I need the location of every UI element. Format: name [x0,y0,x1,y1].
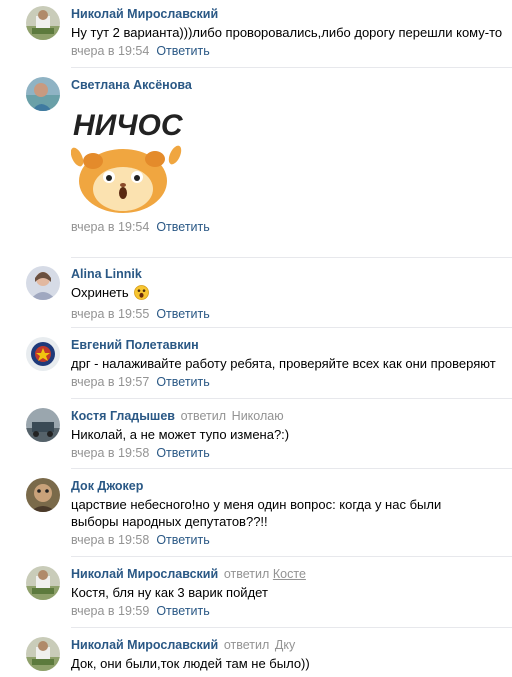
comment-text-line: Охринеть [71,284,512,304]
comment-divider [71,627,512,628]
comment-author[interactable]: Костя Гладышев [71,409,175,423]
reply-button[interactable]: Ответить [156,446,209,460]
avatar[interactable] [26,637,60,671]
comment-text: царствие небесного!но у меня один вопрос… [71,497,442,529]
replied-label: ответил [223,638,270,652]
comment-divider [71,398,512,399]
person-photo-avatar-icon [26,408,60,442]
reply-button[interactable]: Ответить [156,604,209,618]
emblem-avatar-icon [26,337,60,371]
comment-author[interactable]: Николай Мирославский [71,638,218,652]
sticker-caption: НИЧОСИ [73,109,183,142]
reply-button[interactable]: Ответить [156,220,209,234]
comment-divider [71,468,512,469]
person-photo-avatar-icon [26,77,60,111]
comment-divider [71,257,512,258]
comment-timestamp[interactable]: вчера в 19:58 [71,446,149,460]
comment-text: Николай, а не может тупо измена?:) [71,427,290,442]
comment-timestamp[interactable]: вчера в 19:57 [71,375,149,389]
reply-target-link[interactable]: Косте [273,567,306,581]
person-photo-avatar-icon [26,266,60,300]
hamster-sticker-icon: НИЧОСИ [70,99,205,215]
comment-divider [71,67,512,68]
comment-text: Костя, бля ну как 3 варик пойдет [71,585,268,600]
comment-author[interactable]: Николай Мирославский [71,567,218,581]
comment-author[interactable]: Док Джокер [71,479,143,493]
person-photo-avatar-icon [26,6,60,40]
avatar[interactable] [26,337,60,371]
comment-author[interactable]: Николай Мирославский [71,7,218,21]
comment-text: Охринеть [71,285,129,300]
comment-author[interactable]: Alina Linnik [71,267,142,281]
reply-button[interactable]: Ответить [156,375,209,389]
reply-button[interactable]: Ответить [156,533,209,547]
shocked-face-emoji-icon [134,285,150,304]
comment-text: Док, они были,ток людей там не было)) [71,656,310,671]
reply-target-link[interactable]: Николаю [232,409,284,423]
avatar[interactable] [26,6,60,40]
reply-target-link[interactable]: Дку [275,638,295,652]
comment-divider [71,556,512,557]
comment-timestamp[interactable]: вчера в 19:55 [71,307,149,321]
avatar[interactable] [26,77,60,111]
reply-button[interactable]: Ответить [156,307,209,321]
avatar[interactable] [26,266,60,300]
comment-timestamp[interactable]: вчера в 19:59 [71,604,149,618]
reply-button[interactable]: Ответить [156,44,209,58]
comment-timestamp[interactable]: вчера в 19:54 [71,220,149,234]
comment-timestamp[interactable]: вчера в 19:54 [71,44,149,58]
person-photo-avatar-icon [26,566,60,600]
comment-author[interactable]: Евгений Полетавкин [71,338,199,352]
comment-timestamp[interactable]: вчера в 19:58 [71,533,149,547]
person-photo-avatar-icon [26,637,60,671]
comment-text: дрг - налаживайте работу ребята, проверя… [71,356,496,371]
comment-divider [71,327,512,328]
avatar[interactable] [26,478,60,512]
person-photo-avatar-icon [26,478,60,512]
avatar[interactable] [26,566,60,600]
avatar[interactable] [26,408,60,442]
comment-text: Ну тут 2 варианта)))либо проворовались,л… [71,25,503,40]
replied-label: ответил [180,409,227,423]
replied-label: ответил [223,567,270,581]
comment-author[interactable]: Светлана Аксёнова [71,78,192,92]
